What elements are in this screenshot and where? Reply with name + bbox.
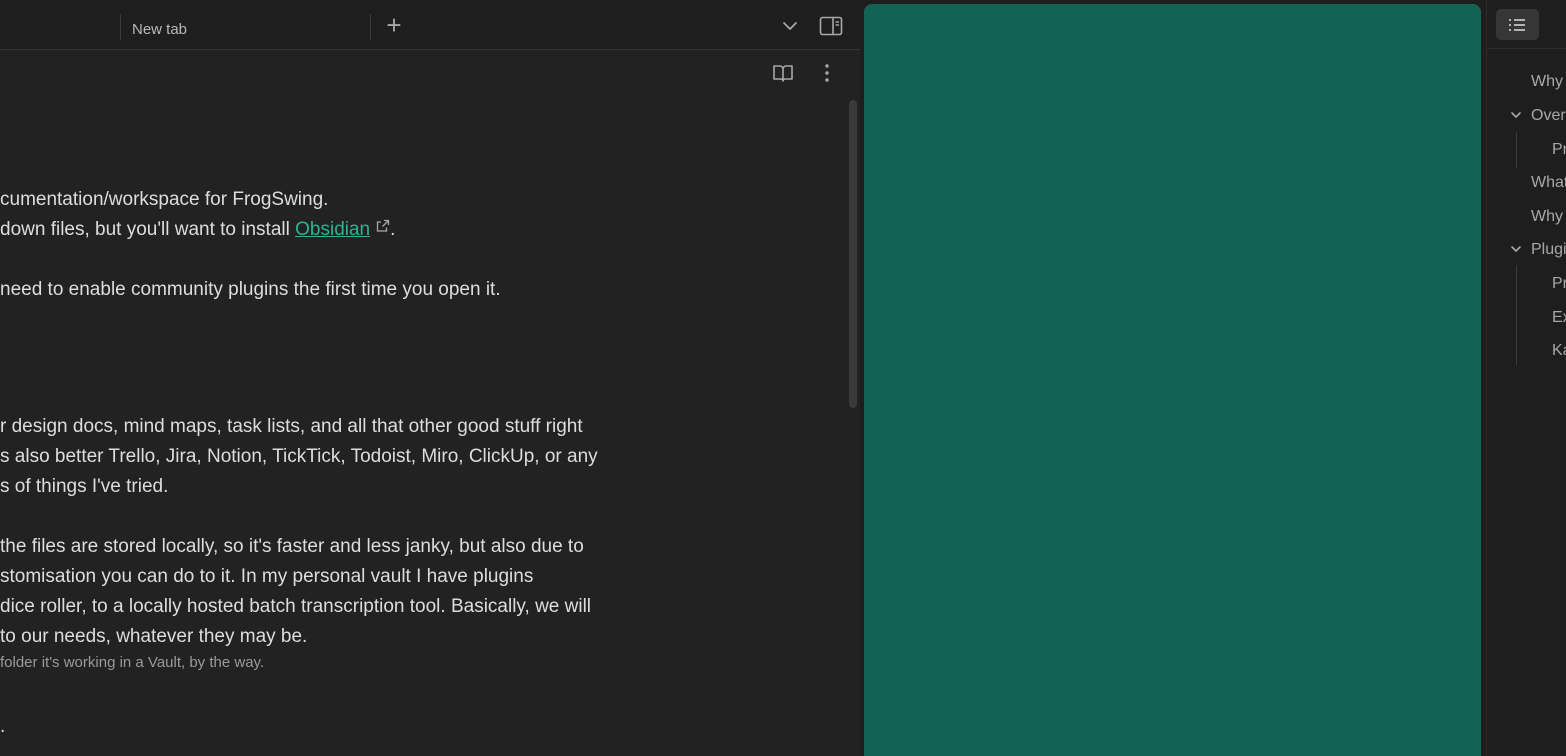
paragraph-line: s of things I've tried. (0, 476, 169, 497)
reading-view-button[interactable] (771, 61, 795, 85)
paragraph-line: r design docs, mind maps, task lists, an… (0, 416, 583, 437)
chevron-down-icon[interactable] (1509, 108, 1523, 122)
chevron-down-icon[interactable] (1509, 242, 1523, 256)
paragraph-line: stomisation you can do to it. In my pers… (0, 566, 534, 587)
obsidian-link[interactable]: Obsidian (295, 219, 370, 240)
paragraph-line: need to enable community plugins the fir… (0, 279, 501, 300)
paragraph-line: . (0, 716, 6, 737)
paragraph-line: the files are stored locally, so it's fa… (0, 536, 584, 557)
outline-item[interactable]: Over (1531, 107, 1566, 125)
toggle-right-sidebar-button[interactable] (818, 14, 844, 38)
plus-icon: + (386, 10, 402, 40)
outline-item[interactable]: Pr (1552, 141, 1566, 159)
more-vertical-icon (825, 64, 829, 82)
paragraph-line: dice roller, to a locally hosted batch t… (0, 596, 592, 617)
outline-tab-button[interactable] (1496, 9, 1539, 40)
new-tab-button[interactable]: + (380, 12, 408, 40)
list-icon (1509, 19, 1525, 31)
tab-new-tab[interactable]: New tab (121, 12, 369, 44)
paragraph-line: s also better Trello, Jira, Notion, Tick… (0, 446, 598, 467)
editor-scrollbar[interactable] (849, 100, 857, 408)
outline-item[interactable]: What (1531, 174, 1566, 192)
outline-item[interactable]: Ka (1552, 342, 1566, 360)
outline-item[interactable]: Why (1531, 73, 1563, 91)
paragraph-line: to our needs, whatever they may be. (0, 626, 308, 647)
chevron-down-icon (783, 22, 797, 30)
outline-item[interactable]: Ex (1552, 309, 1566, 327)
outline-item[interactable]: Pr (1552, 275, 1566, 293)
outline-indent-guide (1516, 132, 1517, 168)
tab-list-button[interactable] (778, 14, 802, 38)
outline-divider (1487, 48, 1566, 49)
footnote-line: folder it's working in a Vault, by the w… (0, 654, 265, 671)
outline-item[interactable]: Why (1531, 208, 1563, 226)
sidebar-toggle-icon (819, 16, 843, 36)
line-text: down files, but you'll want to install (0, 219, 296, 240)
tab-separator (370, 14, 371, 40)
more-options-button[interactable] (815, 61, 839, 85)
outline-item[interactable]: Plugi (1531, 241, 1566, 259)
paragraph-line: down files, but you'll want to install O… (0, 219, 395, 241)
book-open-icon (773, 65, 793, 82)
view-header (0, 51, 860, 97)
green-panel (864, 4, 1481, 756)
paragraph-line: cumentation/workspace for FrogSwing. (0, 189, 329, 210)
note-content[interactable]: cumentation/workspace for FrogSwing. dow… (0, 100, 845, 756)
editor-pane: New tab + cumentation/workspace for Frog… (0, 0, 860, 756)
right-sidebar: Why Over Pr What Why Plugi Pr Ex Ka (1486, 0, 1566, 756)
tab-title: New tab (132, 21, 188, 38)
external-link-icon (376, 219, 390, 232)
outline-indent-guide (1516, 265, 1517, 365)
line-text: . (390, 219, 396, 240)
tab-bar: New tab + (0, 0, 860, 50)
